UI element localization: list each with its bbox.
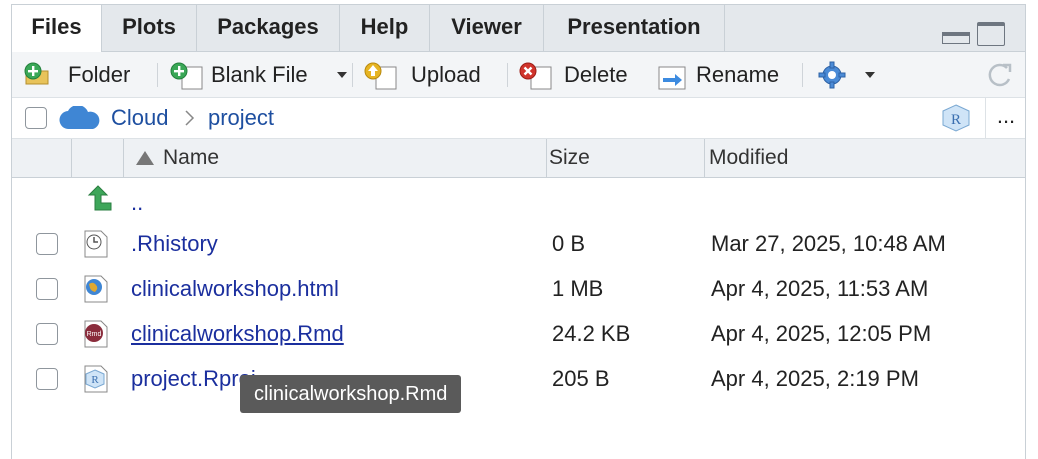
cloud-icon [59, 106, 100, 130]
r-project-icon[interactable]: R [941, 104, 971, 132]
file-size: 0 B [552, 231, 586, 256]
file-size: 205 B [552, 366, 610, 391]
table-row[interactable]: Rmd clinicalworkshop.Rmd 24.2 KB Apr 4, … [12, 311, 1025, 356]
rmd-file-icon: Rmd [84, 320, 108, 348]
file-list-header: Name Size Modified [12, 139, 1025, 178]
header-modified[interactable]: Modified [705, 139, 1025, 177]
file-size: 1 MB [552, 276, 604, 301]
maximize-pane-button[interactable] [977, 22, 1005, 46]
svg-text:Rmd: Rmd [87, 331, 102, 338]
new-folder-button[interactable]: Folder [24, 52, 156, 97]
history-file-icon [84, 230, 108, 258]
file-name-tooltip: clinicalworkshop.Rmd [240, 375, 462, 413]
select-all-checkbox[interactable] [25, 107, 47, 129]
header-checkbox-col [12, 139, 72, 177]
tab-files[interactable]: Files [12, 5, 102, 52]
files-pane: Files Plots Packages Help Viewer Present… [11, 4, 1026, 459]
row-checkbox[interactable] [36, 368, 58, 390]
tab-packages[interactable]: Packages [197, 5, 340, 51]
new-blank-file-button[interactable]: Blank File [170, 52, 348, 97]
new-blank-file-label: Blank File [211, 62, 308, 87]
chevron-down-icon [865, 72, 875, 78]
file-size: 24.2 KB [552, 321, 631, 346]
svg-text:R: R [91, 374, 99, 386]
new-file-icon [170, 62, 203, 90]
files-toolbar: Folder Blank File Upload Delete Rename [12, 52, 1025, 98]
html-file-icon [84, 275, 108, 303]
toolbar-divider [802, 63, 803, 87]
header-modified-label: Modified [709, 146, 789, 169]
rproj-file-icon: R [84, 365, 108, 393]
file-name[interactable]: clinicalworkshop.Rmd [131, 311, 344, 356]
refresh-icon[interactable] [985, 61, 1015, 89]
table-row[interactable]: clinicalworkshop.html 1 MB Apr 4, 2025, … [12, 266, 1025, 311]
tab-help[interactable]: Help [340, 5, 430, 51]
header-name-label: Name [163, 146, 220, 169]
breadcrumb-current[interactable]: project [208, 98, 274, 138]
file-modified: Apr 4, 2025, 11:53 AM [711, 276, 929, 301]
svg-text:R: R [951, 112, 961, 128]
minimize-pane-button[interactable] [942, 32, 970, 44]
upload-icon [364, 62, 397, 90]
delete-button[interactable]: Delete [519, 52, 644, 97]
delete-label: Delete [564, 62, 628, 87]
new-folder-label: Folder [68, 62, 131, 87]
breadcrumb: Cloud project R ... [12, 98, 1025, 139]
gear-icon [818, 61, 846, 89]
delete-icon [519, 62, 552, 90]
file-name[interactable]: clinicalworkshop.html [131, 266, 339, 311]
breadcrumb-root[interactable]: Cloud [111, 98, 168, 138]
header-name[interactable]: Name [124, 139, 547, 177]
toolbar-divider [157, 63, 158, 87]
tab-bar: Files Plots Packages Help Viewer Present… [12, 5, 1025, 52]
tab-presentation[interactable]: Presentation [544, 5, 725, 51]
upload-button[interactable]: Upload [364, 52, 494, 97]
tab-plots[interactable]: Plots [102, 5, 197, 51]
header-size-label: Size [549, 146, 590, 169]
toolbar-divider [507, 63, 508, 87]
rename-button[interactable]: Rename [655, 52, 790, 97]
header-size[interactable]: Size [547, 139, 705, 177]
row-checkbox[interactable] [36, 233, 58, 255]
row-checkbox[interactable] [36, 278, 58, 300]
file-modified: Mar 27, 2025, 10:48 AM [711, 231, 946, 256]
more-options-button[interactable] [817, 52, 879, 97]
table-row[interactable]: .Rhistory 0 B Mar 27, 2025, 10:48 AM [12, 221, 1025, 266]
file-modified: Apr 4, 2025, 12:05 PM [711, 321, 932, 346]
more-button[interactable]: ... [985, 98, 1026, 138]
table-row[interactable]: .. [12, 178, 1025, 223]
header-icon-col [72, 139, 124, 177]
file-name[interactable]: .Rhistory [131, 221, 218, 266]
tab-viewer[interactable]: Viewer [430, 5, 544, 51]
upload-label: Upload [411, 62, 481, 87]
rename-label: Rename [696, 62, 780, 87]
chevron-down-icon [337, 72, 347, 78]
toolbar-divider [352, 63, 353, 87]
chevron-right-icon [185, 110, 195, 126]
parent-folder-icon [87, 185, 112, 211]
table-row[interactable]: R project.Rproj 205 B Apr 4, 2025, 2:19 … [12, 356, 1025, 401]
sort-ascending-icon [136, 151, 154, 165]
file-modified: Apr 4, 2025, 2:19 PM [711, 366, 919, 391]
new-folder-icon [24, 62, 49, 85]
file-name[interactable]: project.Rproj [131, 356, 256, 401]
rename-icon [658, 66, 686, 90]
row-checkbox[interactable] [36, 323, 58, 345]
